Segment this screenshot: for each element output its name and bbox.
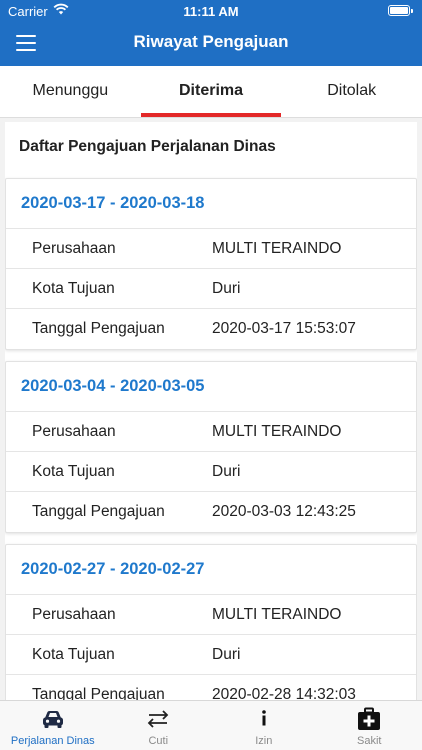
info-icon [261,710,266,726]
nav-perjalanan-dinas[interactable]: Perjalanan Dinas [0,701,106,750]
nav-sakit[interactable]: Sakit [317,701,422,750]
tab-diterima[interactable]: Diterima [140,66,282,117]
status-bar: Carrier 11:11 AM [0,0,422,22]
city-row: Kota Tujuan Duri [6,635,416,675]
submitted-row: Tanggal Pengajuan 2020-02-28 14:32:03 [6,675,416,700]
bottom-tab-bar: Perjalanan Dinas Cuti Izin Sakit [0,700,422,750]
city-label: Kota Tujuan [32,280,115,297]
city-label: Kota Tujuan [32,646,115,663]
request-card[interactable]: 2020-03-17 - 2020-03-18 Perusahaan MULTI… [5,178,417,350]
submitted-label: Tanggal Pengajuan [32,686,165,700]
clock: 11:11 AM [183,4,239,19]
company-label: Perusahaan [32,606,116,623]
nav-izin[interactable]: Izin [211,701,317,750]
nav-cuti[interactable]: Cuti [106,701,212,750]
city-value: Duri [212,463,241,480]
request-list-panel: Daftar Pengajuan Perjalanan Dinas 2020-0… [5,122,417,700]
company-value: MULTI TERAINDO [212,423,342,440]
car-icon [42,711,63,728]
page-title: Riwayat Pengajuan [133,32,289,51]
tab-ditolak[interactable]: Ditolak [281,66,422,117]
request-card[interactable]: 2020-02-27 - 2020-02-27 Perusahaan MULTI… [5,544,417,700]
date-range[interactable]: 2020-02-27 - 2020-02-27 [6,545,416,595]
submitted-row: Tanggal Pengajuan 2020-03-17 15:53:07 [6,309,416,349]
swap-arrows-icon [147,710,169,728]
company-value: MULTI TERAINDO [212,606,342,623]
date-range[interactable]: 2020-03-04 - 2020-03-05 [6,362,416,412]
company-label: Perusahaan [32,423,116,440]
tab-menunggu[interactable]: Menunggu [0,66,141,117]
nav-label: Sakit [357,735,382,747]
submitted-value: 2020-02-28 14:32:03 [212,686,356,700]
submitted-row: Tanggal Pengajuan 2020-03-03 12:43:25 [6,492,416,532]
nav-label: Cuti [148,735,169,747]
submitted-value: 2020-03-03 12:43:25 [212,503,356,520]
city-label: Kota Tujuan [32,463,115,480]
list-title: Daftar Pengajuan Perjalanan Dinas [19,138,276,155]
city-row: Kota Tujuan Duri [6,452,416,492]
medical-kit-icon [358,707,381,730]
submitted-label: Tanggal Pengajuan [32,503,165,520]
status-tabs: Menunggu Diterima Ditolak [0,66,422,118]
battery-icon [388,5,413,16]
company-row: Perusahaan MULTI TERAINDO [6,595,416,635]
submitted-label: Tanggal Pengajuan [32,320,165,337]
company-label: Perusahaan [32,240,116,257]
nav-label: Perjalanan Dinas [10,735,95,747]
submitted-value: 2020-03-17 15:53:07 [212,320,356,337]
request-cards: 2020-03-17 - 2020-03-18 Perusahaan MULTI… [5,178,417,700]
company-row: Perusahaan MULTI TERAINDO [6,229,416,269]
company-row: Perusahaan MULTI TERAINDO [6,412,416,452]
nav-label: Izin [255,735,273,747]
request-card[interactable]: 2020-03-04 - 2020-03-05 Perusahaan MULTI… [5,361,417,533]
app-screen: Carrier 11:11 AM Riwayat Pengajuan Menun… [0,0,422,750]
company-value: MULTI TERAINDO [212,240,342,257]
city-value: Duri [212,280,241,297]
city-row: Kota Tujuan Duri [6,269,416,309]
top-app-bar: Carrier 11:11 AM Riwayat Pengajuan [0,0,422,66]
date-range[interactable]: 2020-03-17 - 2020-03-18 [6,179,416,229]
city-value: Duri [212,646,241,663]
